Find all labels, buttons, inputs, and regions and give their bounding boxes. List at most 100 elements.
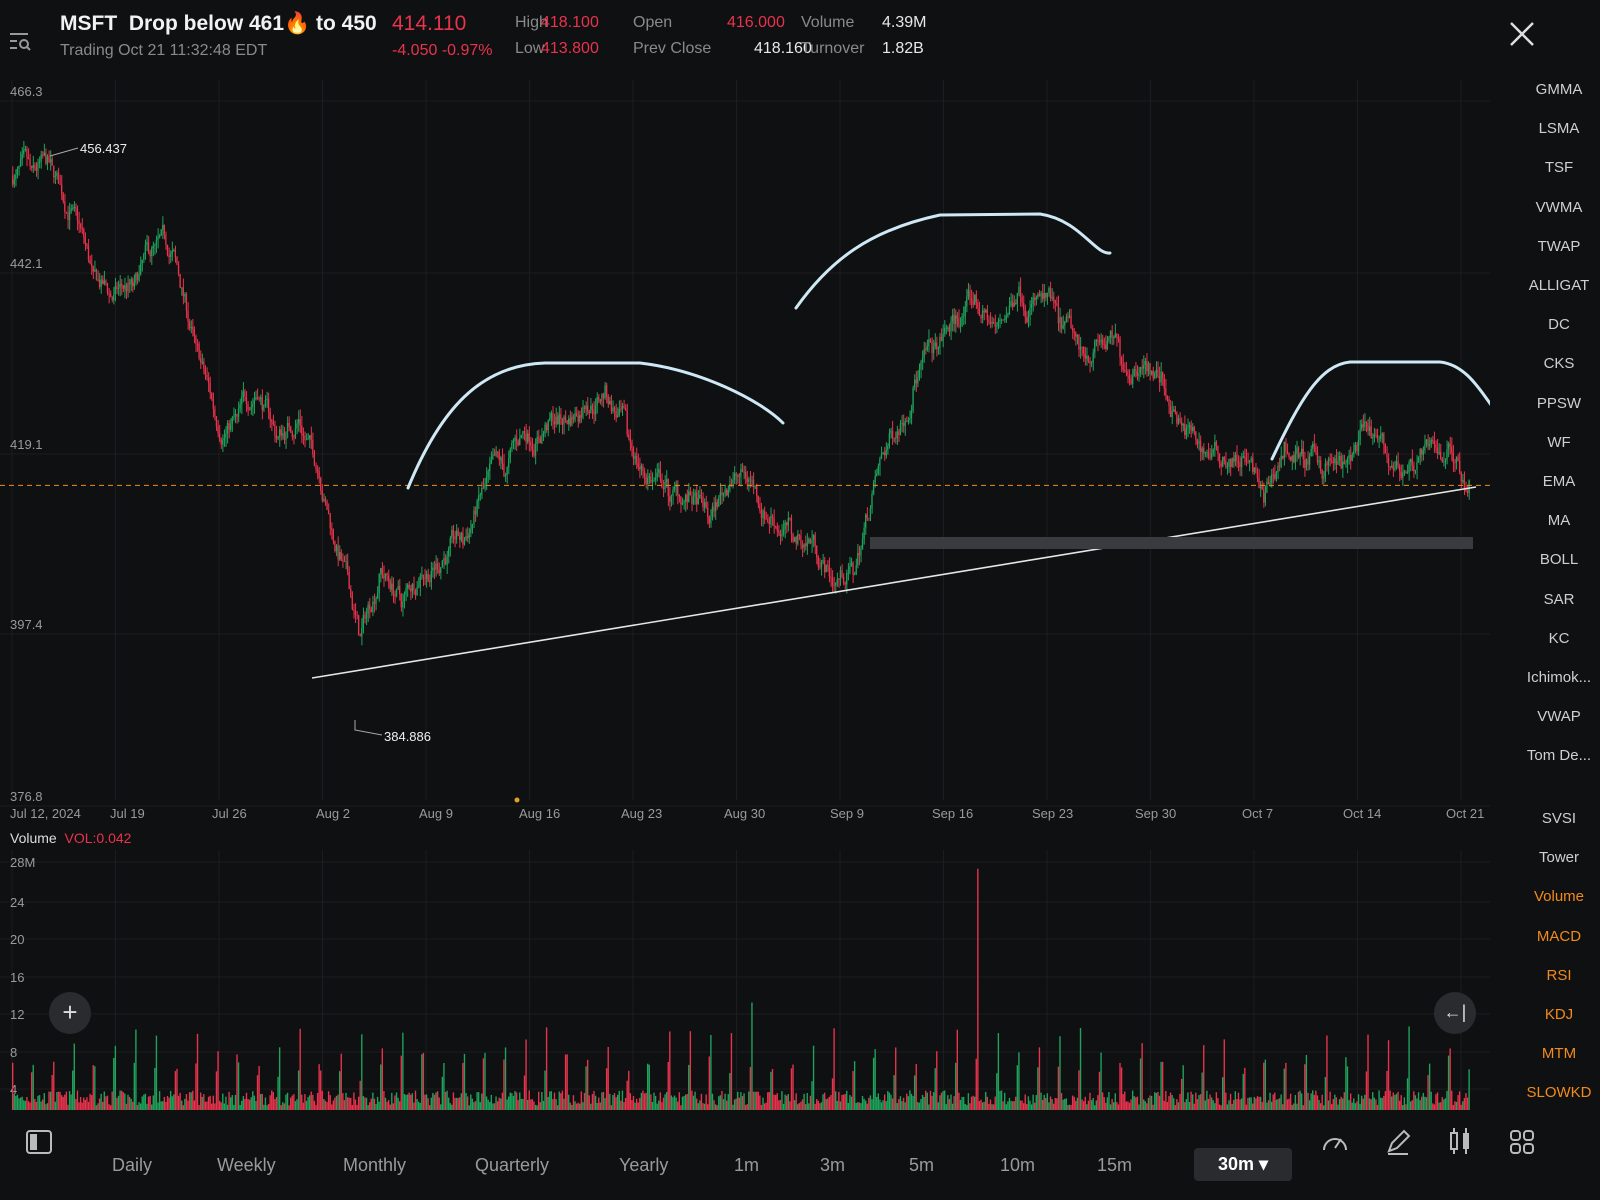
volume-bar (928, 1104, 930, 1110)
candle-body (1296, 447, 1298, 454)
timeframe-daily[interactable]: Daily (112, 1155, 152, 1176)
candle-body (282, 433, 284, 436)
indicator-vwap[interactable]: VWAP (1518, 708, 1600, 725)
candle-body (337, 545, 339, 560)
candle-body (722, 492, 725, 496)
volume-bar (509, 1092, 511, 1110)
candle-body (436, 563, 439, 570)
volume-bar (1141, 1043, 1143, 1110)
add-button[interactable]: + (49, 992, 91, 1034)
indicator-wf[interactable]: WF (1518, 434, 1600, 451)
close-icon[interactable] (1508, 20, 1536, 48)
candle-body (103, 280, 105, 284)
volume-bar (1079, 1028, 1082, 1110)
volume-bar (1057, 1066, 1060, 1110)
volume-bar (678, 1092, 680, 1110)
timeframe-quarterly[interactable]: Quarterly (475, 1155, 549, 1176)
timeframe-yearly[interactable]: Yearly (619, 1155, 668, 1176)
candle-body (526, 433, 529, 443)
volume-bar (967, 1093, 970, 1110)
candle-body (519, 437, 521, 446)
candle-body (383, 575, 385, 579)
candle-body (939, 336, 941, 348)
indicator-cks[interactable]: CKS (1518, 355, 1600, 372)
volume-bar (1060, 1093, 1063, 1110)
candle-body (520, 435, 522, 438)
date-tick-label: Oct 14 (1343, 806, 1381, 821)
volume-bar (372, 1092, 374, 1110)
candle-body (1392, 465, 1394, 470)
indicator-tsf[interactable]: TSF (1518, 159, 1600, 176)
candle-body (931, 341, 933, 354)
volume-bar (130, 1098, 132, 1110)
indicator-alligat[interactable]: ALLIGAT (1518, 277, 1600, 294)
candle-body (386, 573, 388, 576)
candle-body (640, 465, 642, 470)
timeframe-3m[interactable]: 3m (820, 1155, 845, 1176)
draw-pencil-icon[interactable] (1384, 1128, 1412, 1161)
candle-body (179, 274, 181, 289)
indicator-gmma[interactable]: GMMA (1518, 81, 1600, 98)
speedometer-icon[interactable] (1320, 1128, 1350, 1161)
volume-bar (1364, 1094, 1366, 1110)
stat-label: Open (633, 14, 673, 31)
candle-body (656, 472, 658, 478)
volume-bar (640, 1092, 643, 1110)
price-chart[interactable]: 466.3442.1419.1397.4376.8Jul 12, 2024 Jul… (0, 80, 1490, 1110)
volume-bar (23, 1100, 25, 1110)
indicator-ema[interactable]: EMA (1518, 473, 1600, 490)
volume-bar (345, 1092, 347, 1110)
indicator-ma[interactable]: MA (1518, 512, 1600, 529)
indicator-mtm[interactable]: MTM (1518, 1045, 1600, 1062)
collapse-arrow-button[interactable]: ←| (1434, 992, 1476, 1034)
indicator-twap[interactable]: TWAP (1518, 238, 1600, 255)
candle-body (1258, 478, 1260, 489)
indicator-rsi[interactable]: RSI (1518, 967, 1600, 984)
indicator-boll[interactable]: BOLL (1518, 551, 1600, 568)
indicator-sar[interactable]: SAR (1518, 591, 1600, 608)
indicator-lsma[interactable]: LSMA (1518, 120, 1600, 137)
volume-bar (915, 1064, 917, 1110)
candle-body (176, 257, 178, 265)
timeframe-monthly[interactable]: Monthly (343, 1155, 406, 1176)
timeframe-10m[interactable]: 10m (1000, 1155, 1035, 1176)
indicator-vwma[interactable]: VWMA (1518, 199, 1600, 216)
candle-body (1160, 371, 1162, 383)
indicator-volume[interactable]: Volume (1518, 888, 1600, 905)
indicator-slowkd[interactable]: SLOWKD (1518, 1084, 1600, 1101)
indicator-tower[interactable]: Tower (1518, 849, 1600, 866)
candle-body (1056, 303, 1058, 305)
indicator-ppsw[interactable]: PPSW (1518, 395, 1600, 412)
candle-body (929, 339, 932, 342)
candle-body (890, 430, 892, 434)
volume-bar (1027, 1096, 1030, 1110)
timeframe-1m[interactable]: 1m (734, 1155, 759, 1176)
timeframe-weekly[interactable]: Weekly (217, 1155, 276, 1176)
candle-body (514, 437, 516, 441)
timeframe-30m-dropdown[interactable]: 30m ▾ (1194, 1148, 1293, 1181)
indicator-kdj[interactable]: KDJ (1518, 1006, 1600, 1023)
candle-body (1008, 305, 1011, 315)
timeframe-15m[interactable]: 15m (1097, 1155, 1132, 1176)
candlestick-icon[interactable] (1446, 1126, 1474, 1161)
indicator-svsi[interactable]: SVSI (1518, 810, 1600, 827)
volume-bar (588, 1095, 590, 1110)
menu-search-icon[interactable] (8, 30, 34, 52)
candle-body (583, 407, 586, 410)
indicator-tomde[interactable]: Tom De... (1518, 747, 1600, 764)
indicator-ichimok[interactable]: Ichimok... (1518, 669, 1600, 686)
indicator-kc[interactable]: KC (1518, 630, 1600, 647)
candle-body (1282, 455, 1284, 459)
grid-apps-icon[interactable] (1508, 1128, 1536, 1161)
candle-body (184, 294, 186, 297)
candle-body (440, 567, 442, 573)
sidebar-toggle-icon[interactable] (26, 1130, 52, 1159)
timeframe-5m[interactable]: 5m (909, 1155, 934, 1176)
volume-bar (367, 1105, 369, 1110)
candle-body (151, 248, 153, 257)
candle-body (607, 396, 609, 405)
indicator-dc[interactable]: DC (1518, 316, 1600, 333)
indicator-macd[interactable]: MACD (1518, 928, 1600, 945)
volume-bar (547, 1096, 549, 1110)
volume-bar (809, 1095, 812, 1110)
